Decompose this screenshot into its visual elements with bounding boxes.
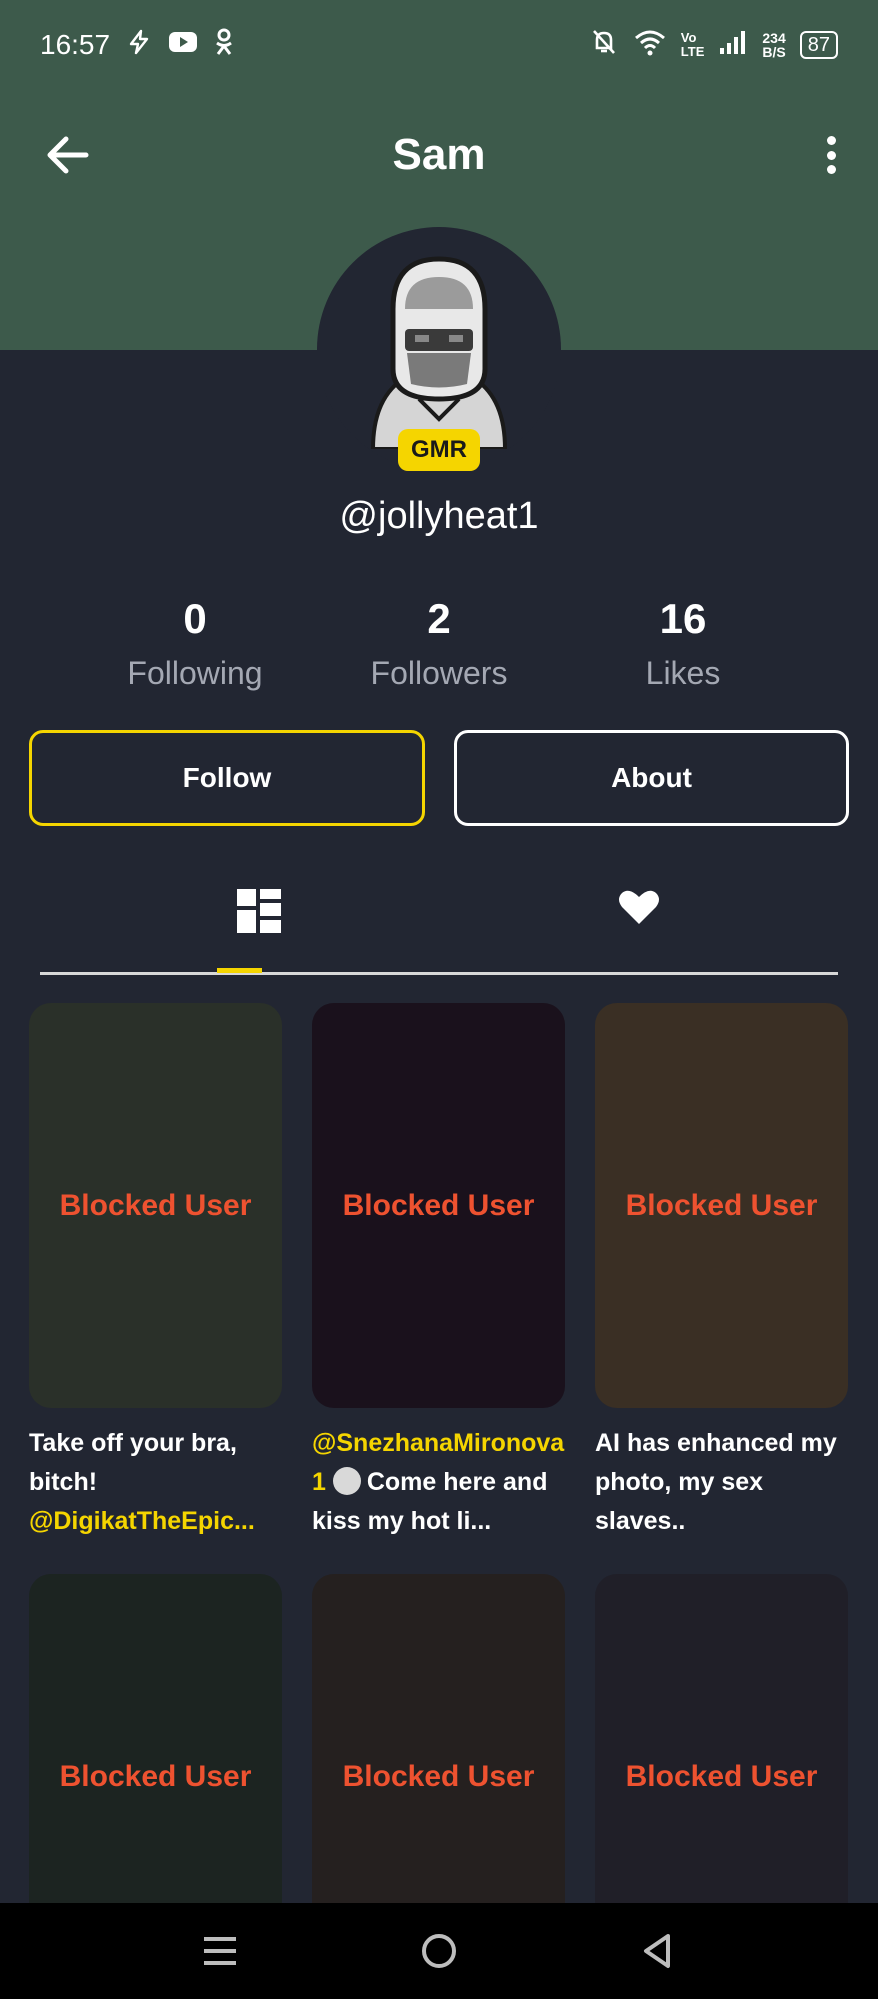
blocked-label: Blocked User: [342, 1759, 535, 1793]
blocked-label: Blocked User: [59, 1188, 252, 1222]
username: @jollyheat1: [339, 495, 539, 537]
home-icon[interactable]: [419, 1931, 459, 1971]
tab-videos[interactable]: [219, 880, 299, 976]
stats-row: 0 Following 2 Followers 16 Likes: [0, 595, 878, 705]
tab-liked[interactable]: [599, 880, 679, 976]
likes-count: 16: [659, 595, 707, 642]
followers-count: 2: [427, 595, 451, 642]
video-caption: @SnezhanaMironova1 Come here and kiss my…: [312, 1429, 565, 1535]
stat-likes: 16 Likes: [561, 595, 805, 692]
signal-icon: [718, 28, 748, 62]
mention-link[interactable]: @DigikatTheEpic...: [29, 1507, 255, 1535]
blocked-label: Blocked User: [342, 1188, 535, 1222]
battery-level: 87: [807, 33, 830, 56]
content-tabs: [40, 880, 838, 976]
volte-indicator: Vo LTE: [680, 30, 705, 59]
video-item[interactable]: Blocked User Take off your bra, bitch! @…: [29, 1003, 282, 1541]
odnoklassniki-icon: [214, 28, 234, 63]
blocked-label: Blocked User: [625, 1759, 818, 1793]
back-arrow-icon[interactable]: [44, 132, 94, 178]
stat-following[interactable]: 0 Following: [73, 595, 317, 692]
notifications-off-icon: [589, 27, 619, 63]
page-title: Sam: [392, 130, 486, 179]
avatar[interactable]: [343, 249, 535, 451]
likes-label: Likes: [645, 655, 721, 691]
video-thumbnail[interactable]: Blocked User: [29, 1003, 282, 1408]
network-speed: 234 B/S: [762, 30, 786, 60]
heart-icon: [618, 888, 660, 931]
status-bar: 16:57 Vo LTE 234 B/S 87: [0, 0, 878, 90]
grid-icon: [236, 888, 282, 939]
following-count: 0: [183, 595, 207, 642]
tab-divider: [40, 972, 838, 975]
stat-followers[interactable]: 2 Followers: [317, 595, 561, 692]
battery-indicator: 87: [799, 31, 838, 59]
follow-button[interactable]: Follow: [29, 730, 425, 826]
back-icon[interactable]: [638, 1931, 678, 1971]
wifi-icon: [633, 28, 667, 62]
emoji-avatar-icon: [332, 1467, 361, 1495]
video-item[interactable]: Blocked User @SnezhanaMironova1 Come her…: [312, 1003, 565, 1541]
active-tab-indicator: [217, 968, 262, 973]
top-bar: Sam: [0, 110, 878, 200]
video-caption: Take off your bra, bitch! @DigikatTheEpi…: [29, 1429, 255, 1535]
youtube-icon: [168, 30, 198, 61]
video-thumbnail[interactable]: Blocked User: [312, 1003, 565, 1408]
blocked-label: Blocked User: [59, 1759, 252, 1793]
blocked-label: Blocked User: [625, 1188, 818, 1222]
gmr-badge: GMR: [398, 429, 480, 471]
followers-label: Followers: [370, 655, 508, 691]
lightning-icon: [126, 29, 152, 62]
video-item[interactable]: Blocked User AI has enhanced my photo, m…: [595, 1003, 848, 1541]
following-label: Following: [127, 655, 263, 691]
about-button[interactable]: About: [454, 730, 849, 826]
more-options-icon[interactable]: [816, 132, 846, 178]
system-nav-bar: [0, 1903, 878, 1999]
recent-apps-icon[interactable]: [200, 1931, 240, 1971]
video-thumbnail[interactable]: Blocked User: [595, 1003, 848, 1408]
status-time: 16:57: [40, 29, 111, 60]
video-caption: AI has enhanced my photo, my sex slaves.…: [595, 1429, 837, 1535]
